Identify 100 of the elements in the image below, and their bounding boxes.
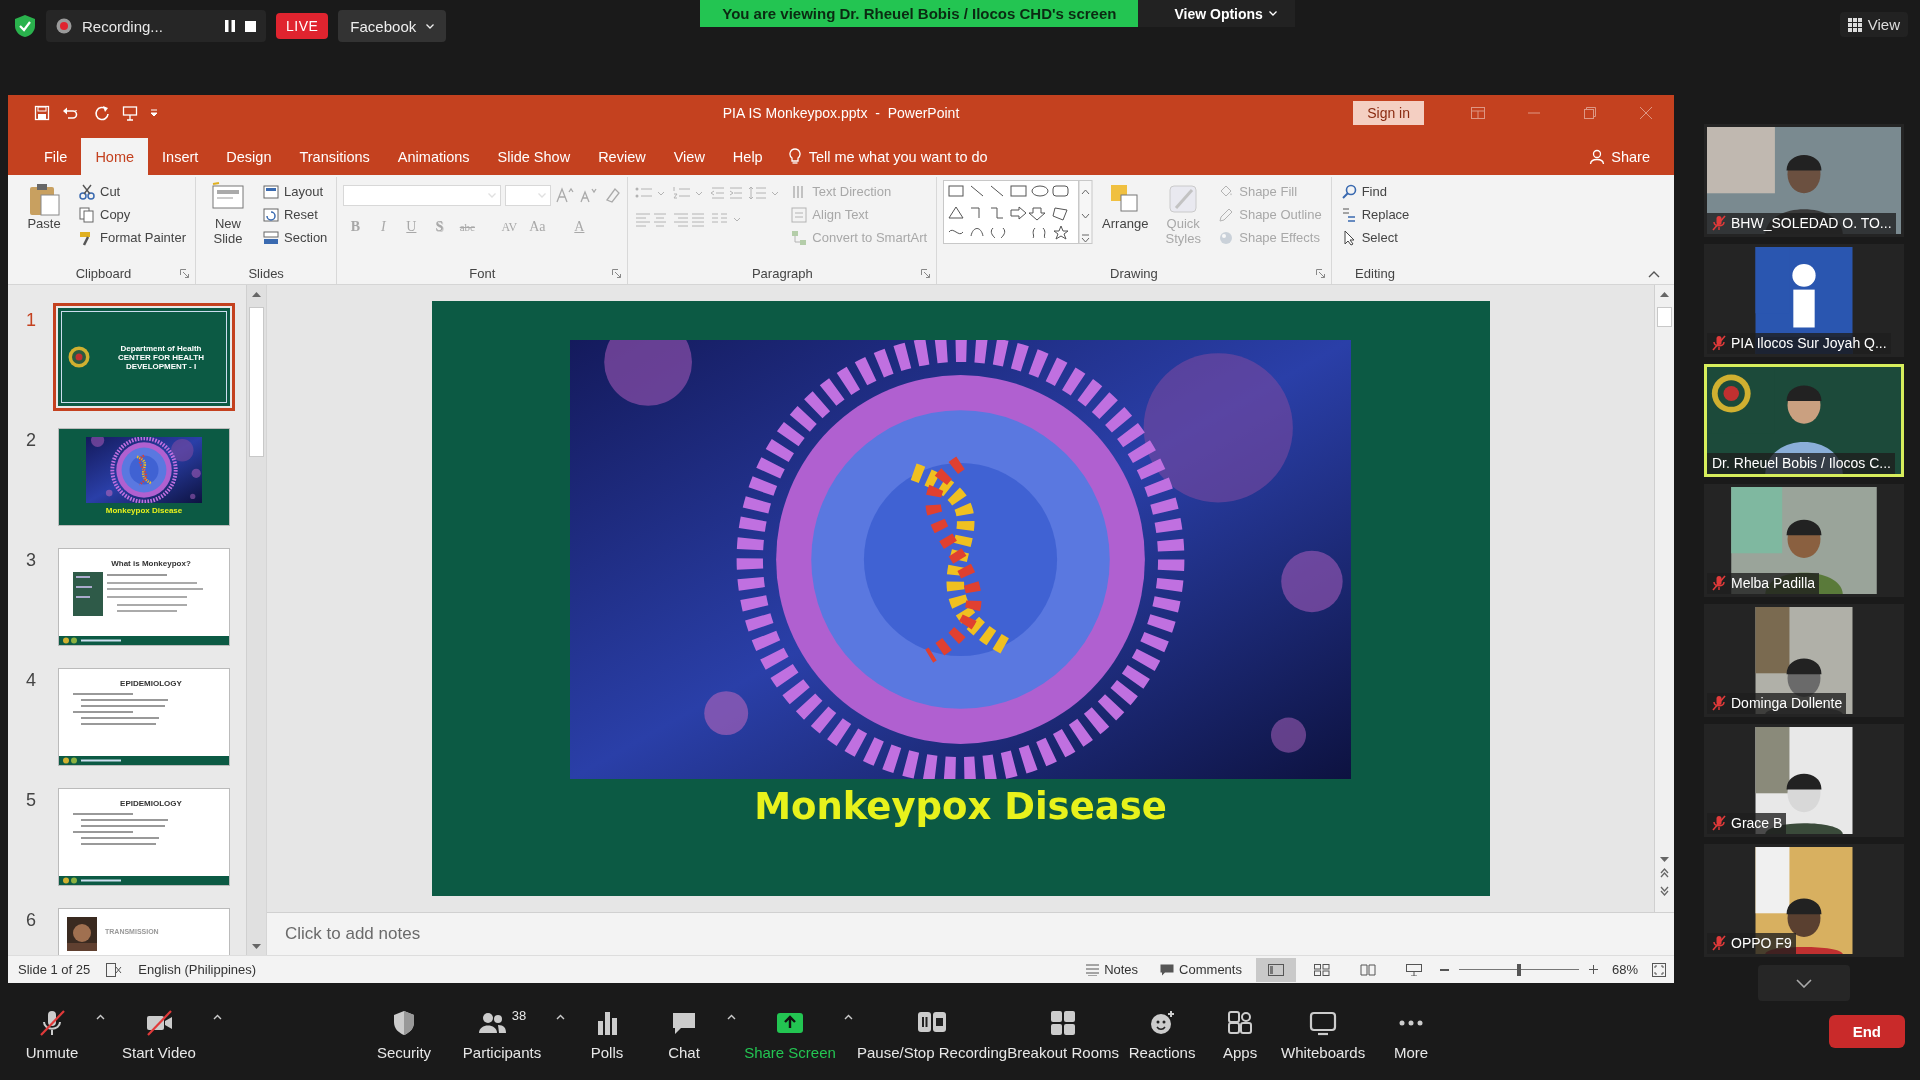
cut-button[interactable]: Cut bbox=[76, 180, 189, 203]
customize-toolbar-button[interactable] bbox=[150, 108, 158, 117]
section-button[interactable]: Section bbox=[260, 226, 331, 249]
up-arrow-icon bbox=[1660, 291, 1669, 297]
group-label: Font bbox=[469, 265, 496, 281]
shield-icon bbox=[14, 14, 36, 38]
select-button[interactable]: Select bbox=[1337, 226, 1413, 249]
muted-microphone-icon bbox=[1712, 575, 1726, 591]
ribbon-tab[interactable]: Transitions bbox=[285, 138, 384, 175]
video-tile[interactable]: Dr. Rheuel Bobis / Ilocos C... bbox=[1704, 364, 1904, 477]
thumbnail-text: EPIDEMIOLOGY bbox=[119, 799, 183, 808]
video-tile[interactable]: Grace B bbox=[1704, 724, 1904, 837]
view-mode-button[interactable] bbox=[1255, 957, 1296, 982]
video-tile[interactable]: PIA Ilocos Sur Joyah Q... bbox=[1704, 244, 1904, 357]
end-meeting-button[interactable]: End bbox=[1828, 1015, 1905, 1048]
ribbon-tab[interactable]: Home bbox=[81, 138, 149, 175]
slide-thumbnail[interactable]: Monkeypox Disease bbox=[58, 428, 230, 526]
slide-thumbnail[interactable]: EPIDEMIOLOGY bbox=[58, 788, 230, 886]
ribbon-tab[interactable]: Help bbox=[718, 138, 777, 175]
spellcheck-icon[interactable] bbox=[106, 962, 123, 977]
sign-in-button[interactable]: Sign in bbox=[1353, 100, 1424, 125]
reset-icon bbox=[263, 206, 279, 223]
pause-button[interactable] bbox=[225, 20, 235, 32]
caret-up-icon bbox=[556, 1014, 565, 1020]
stream-dropdown[interactable]: Facebook bbox=[338, 10, 447, 42]
ribbon-tab[interactable]: Slide Show bbox=[483, 138, 585, 175]
share-screen-button[interactable]: Share Screen bbox=[740, 1002, 840, 1061]
slideshow-button[interactable] bbox=[122, 104, 138, 121]
copy-button[interactable]: Copy bbox=[76, 203, 189, 226]
new-slide-button[interactable]: New Slide bbox=[202, 180, 254, 248]
shapes-gallery[interactable] bbox=[943, 180, 1094, 244]
notes-button[interactable]: Notes bbox=[1078, 957, 1147, 982]
view-options-button[interactable]: View Options bbox=[1138, 0, 1295, 27]
polls-button[interactable]: Polls bbox=[569, 1002, 645, 1061]
normal-view-icon bbox=[1267, 963, 1284, 976]
reset-button[interactable]: Reset bbox=[260, 203, 331, 226]
view-button[interactable]: View bbox=[1839, 12, 1908, 37]
slide-thumbnail[interactable]: EPIDEMIOLOGY bbox=[58, 668, 230, 766]
participant-name: BHW_SOLEDAD O. TO... bbox=[1731, 215, 1892, 231]
zoom-slider[interactable] bbox=[1458, 963, 1579, 976]
reactions-button[interactable]: Reactions bbox=[1119, 1002, 1206, 1061]
collapse-ribbon-button[interactable] bbox=[1648, 270, 1660, 278]
dialog-launcher-icon[interactable] bbox=[180, 269, 189, 278]
notes-placeholder[interactable]: Click to add notes bbox=[285, 924, 421, 944]
apps-button[interactable]: Apps bbox=[1205, 1002, 1276, 1061]
save-button[interactable] bbox=[34, 104, 50, 121]
zoom-in-button[interactable] bbox=[1588, 965, 1598, 974]
ribbon-tab[interactable]: Review bbox=[584, 138, 660, 175]
participants-button[interactable]: 38 Participants bbox=[452, 1002, 552, 1061]
paste-button[interactable]: Paste bbox=[18, 180, 70, 233]
reading-view-icon bbox=[1359, 963, 1376, 976]
dialog-launcher-icon[interactable] bbox=[921, 269, 931, 278]
layout-button[interactable]: Layout bbox=[260, 180, 331, 203]
unmute-button[interactable]: Unmute bbox=[12, 1002, 92, 1061]
arrange-button[interactable]: Arrange bbox=[1099, 180, 1152, 233]
video-tile[interactable]: Melba Padilla bbox=[1704, 484, 1904, 597]
participant-name: Melba Padilla bbox=[1731, 575, 1816, 591]
ribbon-tab[interactable]: Insert bbox=[148, 138, 213, 175]
section-icon bbox=[263, 229, 279, 246]
search-icon bbox=[1340, 183, 1357, 200]
ribbon-tab[interactable]: View bbox=[659, 138, 719, 175]
muted-microphone-icon bbox=[1712, 695, 1726, 711]
find-button[interactable]: Find bbox=[1337, 180, 1413, 203]
security-button[interactable]: Security bbox=[356, 1002, 452, 1061]
whiteboards-button[interactable]: Whiteboards bbox=[1275, 1002, 1372, 1061]
caret-icon bbox=[426, 23, 435, 29]
stop-button[interactable] bbox=[245, 20, 256, 32]
zoom-out-button[interactable] bbox=[1439, 968, 1449, 971]
chat-button[interactable]: Chat bbox=[645, 1002, 723, 1061]
ribbon-tab[interactable]: File bbox=[30, 138, 82, 175]
participant-name: OPPO F9 bbox=[1731, 935, 1792, 951]
fit-slide-button[interactable] bbox=[1652, 962, 1666, 977]
breakout-rooms-button[interactable]: Breakout Rooms bbox=[1007, 1002, 1120, 1061]
redo-button[interactable] bbox=[94, 104, 110, 121]
video-tile[interactable]: Dominga Dollente bbox=[1704, 604, 1904, 717]
scrollbar-thumb[interactable] bbox=[249, 307, 264, 457]
slide-thumbnail[interactable]: What is Monkeypox? bbox=[58, 548, 230, 646]
slide-number: 1 bbox=[26, 309, 37, 331]
video-tile[interactable]: OPPO F9 bbox=[1704, 844, 1904, 957]
replace-button[interactable]: Replace bbox=[1337, 203, 1413, 226]
dialog-launcher-icon[interactable] bbox=[612, 269, 622, 278]
video-tile[interactable]: BHW_SOLEDAD O. TO... bbox=[1704, 124, 1904, 237]
dialog-launcher-icon[interactable] bbox=[1315, 269, 1325, 278]
ribbon-tab[interactable]: Animations bbox=[383, 138, 484, 175]
format-painter-button[interactable]: Format Painter bbox=[76, 226, 189, 249]
dropdown-caret-icon bbox=[538, 192, 547, 198]
start-video-button[interactable]: Start Video bbox=[109, 1002, 209, 1061]
comments-button[interactable]: Comments bbox=[1152, 957, 1250, 982]
ribbon-tab[interactable]: Design bbox=[212, 138, 286, 175]
group-label: Slides bbox=[248, 265, 284, 281]
scrollbar-thumb[interactable] bbox=[1657, 307, 1672, 327]
caret-up-icon bbox=[96, 1014, 105, 1020]
language-label[interactable]: English (Philippines) bbox=[138, 962, 257, 977]
recording-button[interactable]: Pause/Stop Recording bbox=[857, 1002, 1008, 1061]
more-button[interactable]: More bbox=[1371, 1002, 1452, 1061]
zoom-level[interactable]: 68% bbox=[1611, 962, 1638, 977]
share-button[interactable]: Share bbox=[1589, 138, 1650, 175]
slider-thumb[interactable] bbox=[1516, 963, 1521, 976]
caret-up-icon bbox=[727, 1014, 736, 1020]
tell-me-search[interactable]: Tell me what you want to do bbox=[788, 138, 988, 175]
